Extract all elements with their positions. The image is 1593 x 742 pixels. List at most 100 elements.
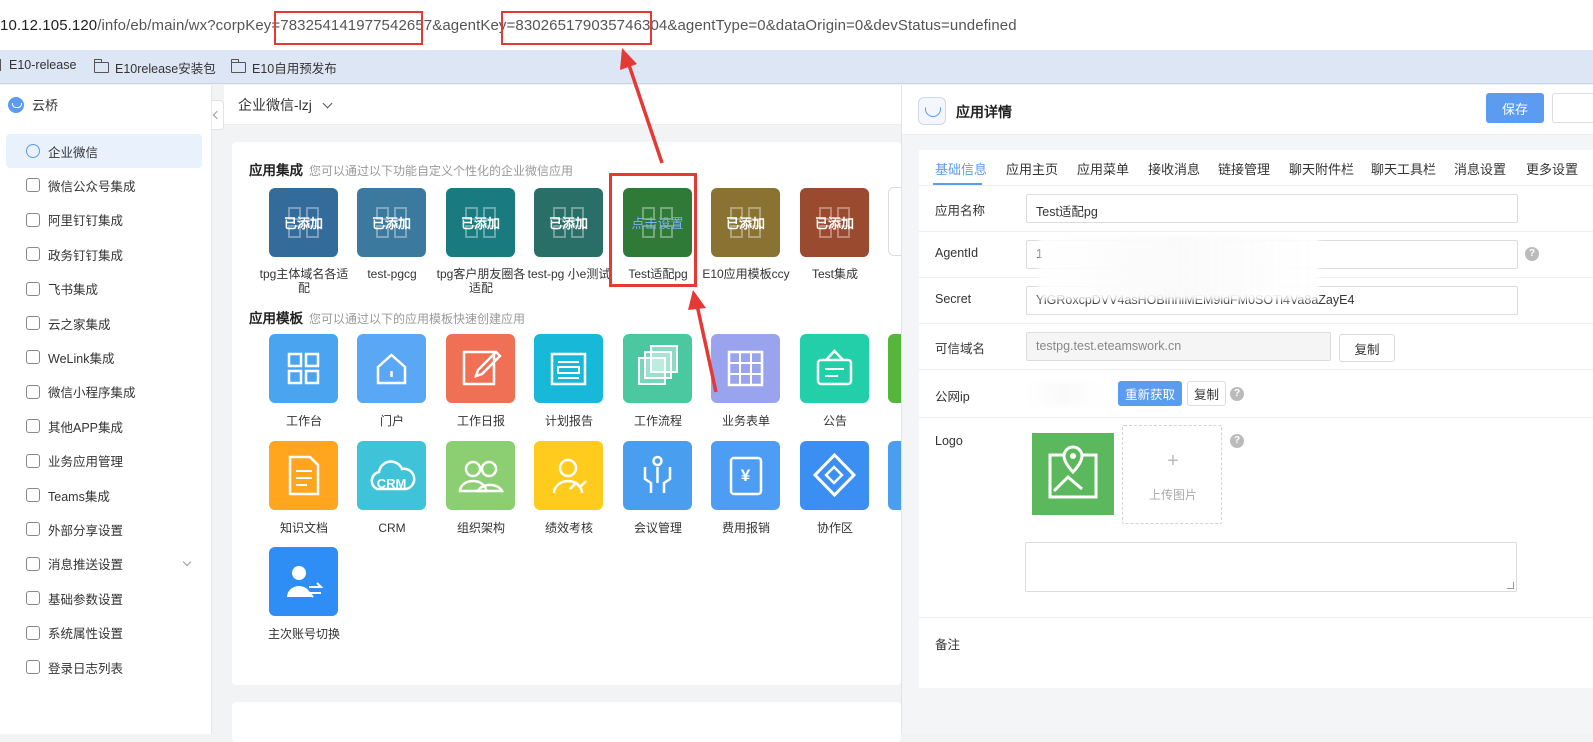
sidebar-item-label: 微信小程序集成 bbox=[48, 386, 136, 401]
help-icon[interactable]: ? bbox=[1230, 434, 1244, 448]
plus-icon: + bbox=[1167, 450, 1179, 472]
more-header-button[interactable] bbox=[1552, 93, 1593, 123]
template-app-tile[interactable] bbox=[800, 334, 869, 403]
sidebar-item[interactable]: 企业微信 bbox=[6, 134, 202, 168]
detail-header: 应用详情 保存 bbox=[902, 85, 1593, 135]
tab-item[interactable]: 接收消息 bbox=[1148, 159, 1200, 178]
template-app-tile[interactable] bbox=[269, 547, 338, 616]
sidebar-item[interactable]: Teams集成 bbox=[6, 478, 202, 512]
grid-icon bbox=[287, 352, 320, 385]
template-app-tile[interactable]: ¥ bbox=[711, 441, 780, 510]
sidebar-item[interactable]: 云之家集成 bbox=[6, 306, 202, 340]
template-app-tile[interactable] bbox=[446, 441, 515, 510]
app-status-badge: 已添加 bbox=[460, 216, 500, 231]
redaction-blur bbox=[1039, 236, 1319, 300]
url-query-rest: &agentType=0&dataOrigin=0&devStatus=unde… bbox=[667, 17, 1017, 34]
sidebar-item[interactable]: 登录日志列表 bbox=[6, 650, 202, 684]
template-section-title: 应用模板 您可以通过以下的应用模板快速创建应用 bbox=[249, 307, 525, 327]
copy-domain-button[interactable]: 复制 bbox=[1339, 334, 1395, 362]
chevron-down-icon bbox=[182, 557, 192, 567]
save-button[interactable]: 保存 bbox=[1486, 93, 1544, 123]
template-app-tile[interactable] bbox=[357, 334, 426, 403]
sidebar-item-label: 微信公众号集成 bbox=[48, 179, 136, 194]
integration-app-tile[interactable]: 已添加 bbox=[357, 188, 426, 257]
bookmark-e10-release[interactable]: E10-release bbox=[0, 58, 76, 72]
help-icon[interactable]: ? bbox=[1230, 387, 1244, 401]
sidebar-item[interactable]: 系统属性设置 bbox=[6, 616, 202, 650]
template-app-tile[interactable] bbox=[269, 334, 338, 403]
sidebar-item[interactable]: 外部分享设置 bbox=[6, 512, 202, 546]
sidebar-item-label: 企业微信 bbox=[48, 145, 99, 160]
sidebar-item[interactable]: WeLink集成 bbox=[6, 340, 202, 374]
sidebar-item-icon bbox=[26, 384, 40, 399]
help-icon[interactable]: ? bbox=[1525, 247, 1539, 261]
tab-item[interactable]: 应用菜单 bbox=[1077, 159, 1129, 178]
template-app-tile[interactable] bbox=[623, 441, 692, 510]
bookmark-e10-prerelease[interactable]: E10自用预发布 bbox=[230, 58, 337, 77]
sidebar-item[interactable]: 政务钉钉集成 bbox=[6, 237, 202, 271]
template-app-tile[interactable]: CRM bbox=[357, 441, 426, 510]
detail-card: 基础信息 应用主页 应用菜单 接收消息 链接管理 聊天附件栏 聊天工具栏 消息设置 更多设置 应… bbox=[919, 150, 1593, 688]
clipped-template-tile bbox=[888, 334, 901, 403]
template-app-tile[interactable] bbox=[534, 334, 603, 403]
corp-selector[interactable]: 企业微信-lzj bbox=[238, 95, 333, 115]
field-label: Logo bbox=[935, 434, 963, 448]
cloud-bridge-icon bbox=[8, 96, 24, 113]
template-app-tile[interactable] bbox=[711, 334, 780, 403]
sidebar-item[interactable]: 阿里钉钉集成 bbox=[6, 203, 202, 237]
tab-item[interactable]: 消息设置 bbox=[1454, 159, 1506, 178]
map-pin-icon bbox=[1048, 445, 1098, 499]
sidebar-item-icon bbox=[26, 281, 40, 296]
cloud-app-icon bbox=[918, 97, 946, 125]
app-name-input[interactable]: Test适配pg bbox=[1026, 194, 1518, 223]
refetch-ip-button[interactable]: 重新获取 bbox=[1118, 381, 1183, 406]
corp-key-highlight-box bbox=[274, 11, 423, 45]
report-icon bbox=[550, 352, 587, 386]
integration-app-label: tpg客户朋友圈各适配 bbox=[436, 267, 526, 295]
tab-item[interactable]: 链接管理 bbox=[1218, 159, 1270, 178]
sidebar-item[interactable]: 飞书集成 bbox=[6, 272, 202, 306]
template-app-label: 会议管理 bbox=[633, 521, 682, 535]
sidebar-item[interactable]: 消息推送设置 bbox=[6, 547, 202, 581]
tab-item[interactable]: 应用主页 bbox=[1006, 159, 1058, 178]
sidebar-collapse-button[interactable] bbox=[212, 100, 224, 130]
template-app-label: CRM bbox=[378, 521, 406, 535]
tab-item[interactable]: 聊天附件栏 bbox=[1289, 159, 1354, 178]
browser-address-bar[interactable]: 10.12.105.120/info/eb/main/wx?corpKey=78… bbox=[0, 0, 1593, 50]
sidebar-item[interactable]: 基础参数设置 bbox=[6, 581, 202, 615]
sidebar-item[interactable]: 微信公众号集成 bbox=[6, 168, 202, 202]
notice-icon bbox=[816, 349, 853, 386]
field-label: Secret bbox=[935, 292, 972, 306]
tab-item[interactable]: 基础信息 bbox=[935, 159, 987, 178]
template-app-tile[interactable] bbox=[534, 441, 603, 510]
sidebar-item-label: 其他APP集成 bbox=[48, 420, 124, 435]
sidebar-item[interactable]: 其他APP集成 bbox=[6, 409, 202, 443]
template-app-tile[interactable] bbox=[446, 334, 515, 403]
template-app-tile[interactable] bbox=[623, 334, 692, 403]
template-app-tile[interactable] bbox=[269, 441, 338, 510]
field-label: 备注 bbox=[935, 638, 961, 652]
bookmark-e10release-installer[interactable]: E10release安装包 bbox=[93, 58, 216, 77]
tab-item[interactable]: 聊天工具栏 bbox=[1371, 159, 1436, 178]
template-app-label: 工作台 bbox=[285, 414, 322, 428]
redaction-blur bbox=[1023, 382, 1105, 406]
integration-app-tile[interactable]: 已添加 bbox=[711, 188, 780, 257]
integration-app-tile[interactable]: 已添加 bbox=[269, 188, 338, 257]
sidebar: 云桥 企业微信微信公众号集成阿里钉钉集成 政务钉钉集成 飞书集成 云之家集成 WeLin… bbox=[0, 85, 212, 734]
integration-app-tile[interactable]: 已添加 bbox=[446, 188, 515, 257]
copy-ip-button[interactable]: 复制 bbox=[1187, 381, 1227, 406]
upload-image-button[interactable]: + 上传图片 bbox=[1122, 425, 1222, 524]
app-logo-image[interactable] bbox=[1032, 433, 1114, 515]
remark-textarea[interactable] bbox=[1025, 542, 1517, 592]
sidebar-item[interactable]: 微信小程序集成 bbox=[6, 375, 202, 409]
test-app-highlight-box bbox=[609, 173, 697, 287]
template-app-label: 工作日报 bbox=[456, 414, 505, 428]
integration-app-tile[interactable]: 已添加 bbox=[534, 188, 603, 257]
sidebar-title: 云桥 bbox=[32, 98, 59, 113]
sidebar-item-icon bbox=[26, 488, 40, 502]
tab-item[interactable]: 更多设置 bbox=[1526, 159, 1578, 178]
sidebar-item[interactable]: 业务应用管理 bbox=[6, 444, 202, 478]
url-path: /info/eb/main/wx?corpKey= bbox=[97, 17, 281, 34]
integration-app-tile[interactable]: 已添加 bbox=[800, 188, 869, 257]
template-app-tile[interactable] bbox=[800, 441, 869, 510]
